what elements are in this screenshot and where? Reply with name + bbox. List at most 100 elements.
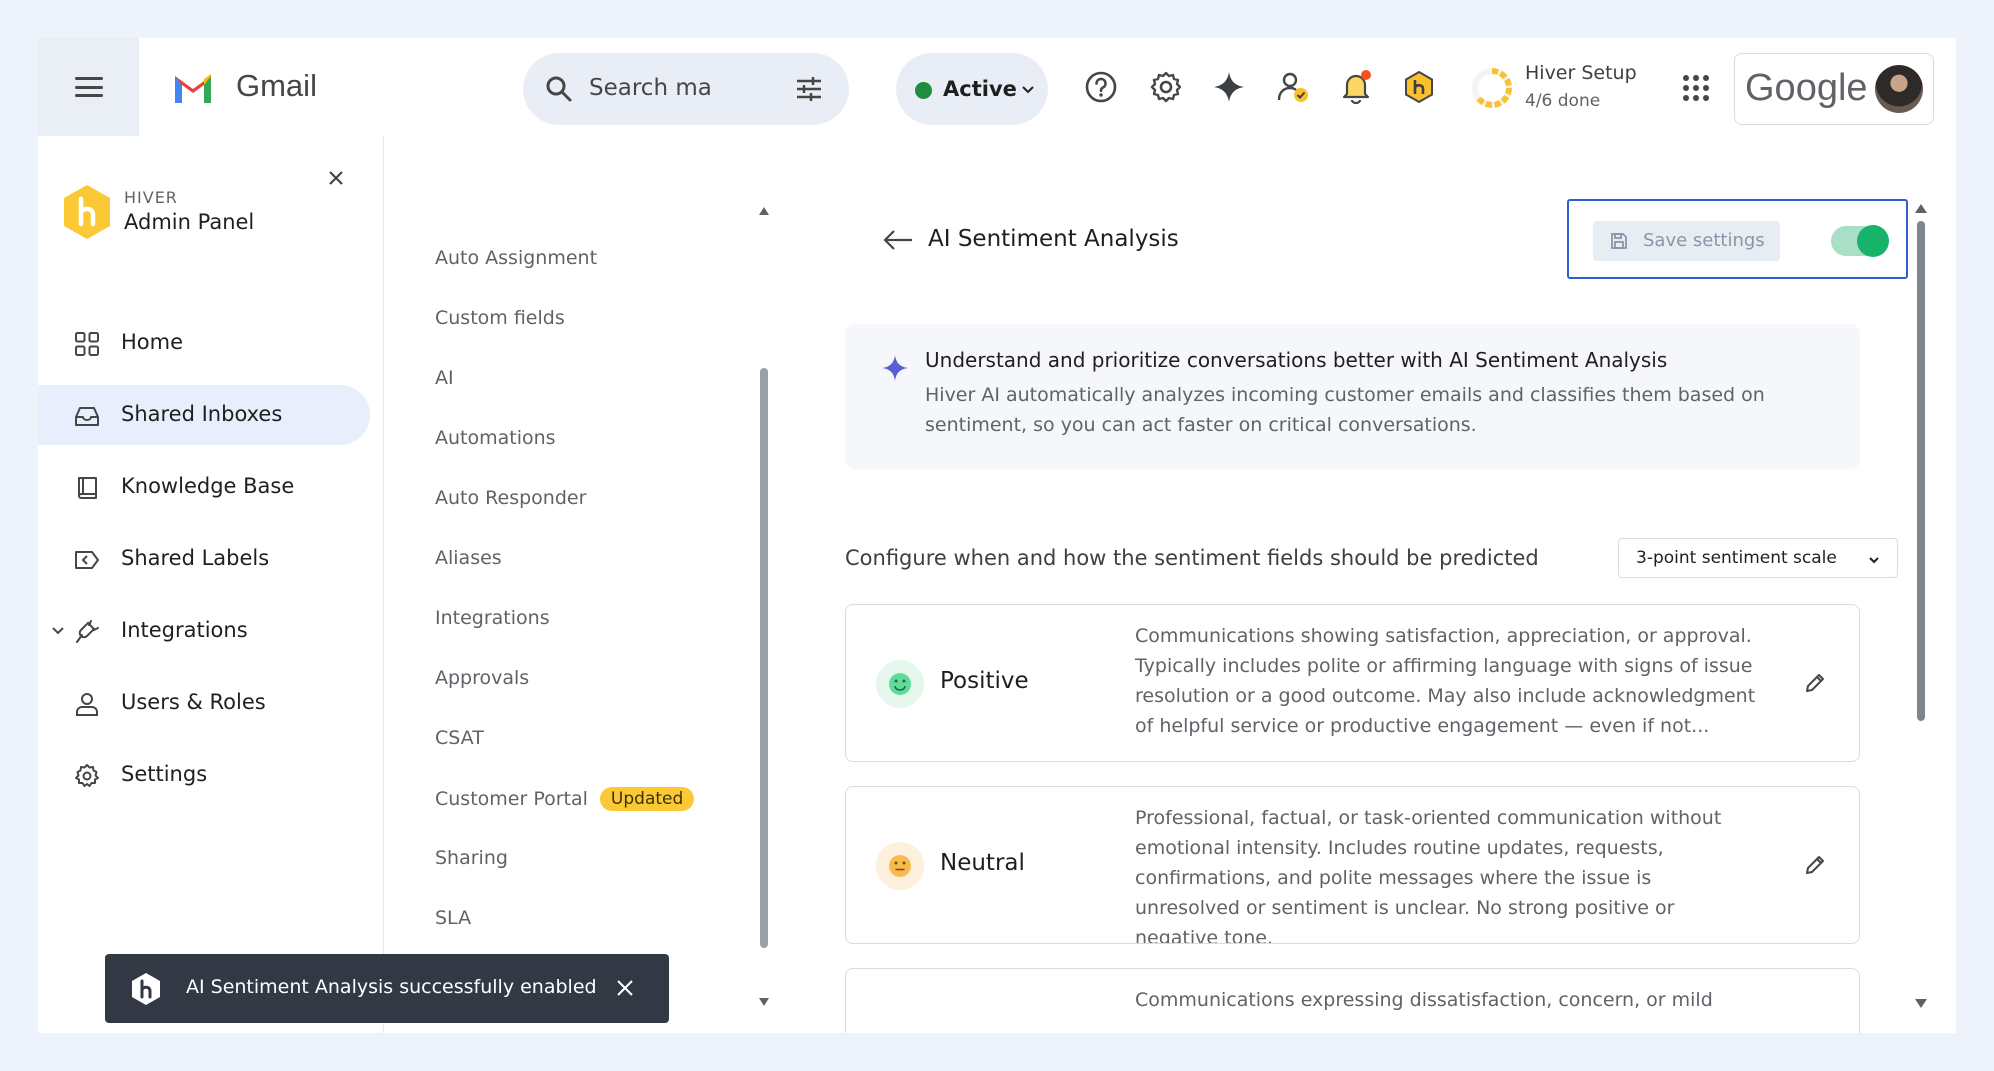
setup-progress-ring-icon — [1472, 68, 1512, 108]
sidebar-item-settings[interactable]: Settings — [38, 745, 370, 805]
grid-icon — [75, 332, 99, 356]
edit-pencil-icon[interactable] — [1803, 671, 1827, 695]
submenu-item-csat[interactable]: CSAT — [435, 727, 484, 749]
hiver-logo-icon — [132, 973, 160, 1005]
sidebar-item-integrations[interactable]: Integrations — [38, 601, 370, 661]
brand-title: Admin Panel — [124, 210, 255, 234]
success-toast: AI Sentiment Analysis successfully enabl… — [105, 954, 669, 1023]
sidebar-item-label: Shared Labels — [121, 546, 270, 570]
apps-grid-icon[interactable] — [1682, 74, 1710, 106]
chevron-down-icon[interactable] — [50, 623, 66, 639]
submenu-item-sla[interactable]: SLA — [435, 907, 471, 929]
sentiment-scale-select[interactable]: 3-point sentiment scale — [1618, 538, 1898, 578]
edit-pencil-icon[interactable] — [1803, 853, 1827, 877]
submenu-item-approvals[interactable]: Approvals — [435, 667, 529, 689]
submenu-scrollbar[interactable] — [758, 203, 770, 1013]
sidebar-item-label: Knowledge Base — [121, 474, 295, 498]
settings-submenu: Auto Assignment Custom fields AI Automat… — [384, 136, 804, 1033]
toast-message: AI Sentiment Analysis successfully enabl… — [186, 976, 597, 998]
gear-icon — [75, 764, 99, 787]
feature-enable-toggle[interactable] — [1831, 225, 1889, 257]
filter-icon[interactable] — [793, 73, 825, 105]
sentiment-card-neutral: Neutral Professional, factual, or task-o… — [845, 786, 1860, 944]
save-button[interactable]: Save settings — [1593, 221, 1780, 261]
submenu-item-integrations[interactable]: Integrations — [435, 607, 550, 629]
book-icon — [78, 477, 97, 499]
sidebar-item-label: Home — [121, 330, 184, 354]
submenu-item-ai[interactable]: AI — [435, 367, 454, 389]
main-menu-button[interactable] — [38, 38, 139, 136]
chevron-down-icon — [1022, 86, 1034, 94]
submenu-item-aliases[interactable]: Aliases — [435, 547, 502, 569]
sentiment-description: Communications expressing dissatisfactio… — [1135, 989, 1713, 1011]
sentiment-description: Communications showing satisfaction, app… — [1135, 625, 1756, 737]
close-panel-icon[interactable] — [326, 168, 346, 188]
sidebar-item-label: Settings — [121, 762, 208, 786]
content-scrollbar[interactable] — [1914, 201, 1928, 1013]
setup-title: Hiver Setup — [1525, 62, 1637, 84]
help-icon[interactable] — [1082, 68, 1120, 106]
page-title: AI Sentiment Analysis — [928, 226, 1179, 252]
gmail-logo-icon[interactable] — [172, 71, 214, 103]
hiver-extension-icon[interactable] — [1400, 68, 1438, 106]
sidebar-item-label: Users & Roles — [121, 690, 266, 714]
google-account-button[interactable]: Google — [1734, 53, 1934, 125]
setup-progress-text: 4/6 done — [1525, 91, 1601, 111]
sidebar-item-home[interactable]: Home — [38, 313, 370, 373]
submenu-item-auto-assignment[interactable]: Auto Assignment — [435, 247, 597, 269]
avatar[interactable] — [1875, 65, 1923, 113]
gmail-wordmark: Gmail — [236, 68, 317, 103]
info-heading: Understand and prioritize conversations … — [925, 348, 1668, 372]
google-wordmark: Google — [1745, 67, 1868, 109]
sentiment-card-positive: Positive Communications showing satisfac… — [845, 604, 1860, 762]
status-dropdown[interactable]: Active — [896, 53, 1048, 125]
save-button-label: Save settings — [1643, 230, 1765, 251]
admin-sidebar: HIVER Admin Panel Home Shared Inboxes Kn… — [38, 136, 384, 1033]
sentiment-name: Positive — [940, 668, 1029, 694]
sentiment-card-negative: Communications expressing dissatisfactio… — [845, 968, 1860, 1033]
sidebar-item-shared-labels[interactable]: Shared Labels — [38, 529, 370, 589]
mail-search-box[interactable]: Search ma — [523, 53, 849, 125]
submenu-item-customer-portal[interactable]: Customer Portal Updated — [435, 787, 695, 811]
submenu-item-sharing[interactable]: Sharing — [435, 847, 508, 869]
sidebar-item-shared-inboxes[interactable]: Shared Inboxes — [38, 385, 370, 445]
scale-select-value: 3-point sentiment scale — [1636, 548, 1837, 568]
floppy-disk-icon — [1611, 233, 1627, 249]
sidebar-item-knowledge-base[interactable]: Knowledge Base — [38, 457, 370, 517]
inbox-icon — [75, 407, 99, 426]
user-icon — [76, 693, 98, 716]
toggle-knob — [1857, 225, 1889, 257]
smile-face-icon — [876, 660, 924, 708]
chevron-down-icon — [1869, 557, 1879, 564]
back-arrow-icon[interactable] — [882, 228, 914, 252]
user-check-icon[interactable] — [1274, 68, 1312, 106]
submenu-item-auto-responder[interactable]: Auto Responder — [435, 487, 586, 509]
ai-sparkle-icon — [882, 355, 908, 381]
status-label: Active — [943, 77, 1017, 101]
plug-icon — [76, 620, 99, 643]
neutral-face-icon — [876, 842, 924, 890]
label-icon — [75, 551, 99, 569]
sentiment-description: Professional, factual, or task-oriented … — [1135, 807, 1722, 944]
updated-badge: Updated — [599, 787, 695, 811]
sentiment-settings-panel: AI Sentiment Analysis Save settings Unde… — [804, 136, 1956, 1033]
app-window: Gmail Search ma Active Hiver Setup 4/6 d… — [38, 38, 1956, 1033]
sidebar-item-label: Integrations — [121, 618, 248, 642]
info-banner: Understand and prioritize conversations … — [845, 324, 1860, 469]
settings-gear-icon[interactable] — [1147, 68, 1185, 106]
notification-bell-icon[interactable] — [1337, 68, 1375, 106]
close-icon[interactable] — [615, 978, 635, 998]
submenu-item-custom-fields[interactable]: Custom fields — [435, 307, 565, 329]
sidebar-item-users-roles[interactable]: Users & Roles — [38, 673, 370, 733]
search-input[interactable]: Search ma — [589, 75, 712, 101]
submenu-item-label: Customer Portal — [435, 788, 588, 810]
info-body: Hiver AI automatically analyzes incoming… — [925, 384, 1765, 436]
brand-subtitle: HIVER — [124, 188, 178, 207]
hiver-logo-icon — [64, 185, 110, 239]
gemini-sparkle-icon[interactable] — [1210, 68, 1248, 106]
menu-icon — [74, 77, 103, 97]
search-icon — [546, 76, 572, 102]
config-label: Configure when and how the sentiment fie… — [845, 546, 1539, 570]
gmail-topbar: Gmail Search ma Active Hiver Setup 4/6 d… — [38, 38, 1956, 136]
submenu-item-automations[interactable]: Automations — [435, 427, 556, 449]
